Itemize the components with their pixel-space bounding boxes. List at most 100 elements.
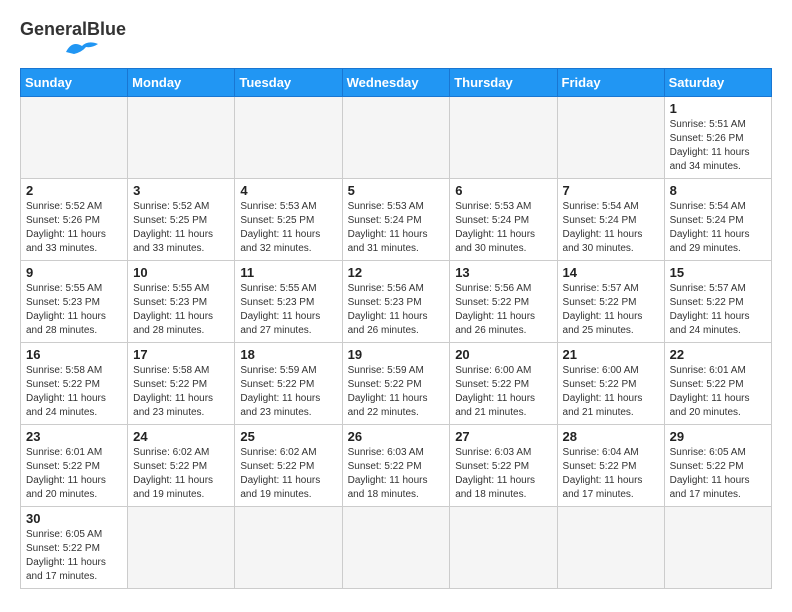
calendar-cell: 20 Sunrise: 6:00 AM Sunset: 5:22 PM Dayli…	[450, 342, 557, 424]
day-number: 12	[348, 265, 445, 280]
day-info: Sunrise: 5:51 AM Sunset: 5:26 PM Dayligh…	[670, 118, 766, 174]
day-number: 29	[670, 429, 766, 444]
calendar-cell	[128, 506, 235, 588]
day-number: 28	[563, 429, 659, 444]
calendar-cell	[450, 96, 557, 178]
day-info: Sunrise: 6:01 AM Sunset: 5:22 PM Dayligh…	[670, 364, 766, 420]
day-number: 24	[133, 429, 229, 444]
day-info: Sunrise: 6:04 AM Sunset: 5:22 PM Dayligh…	[563, 446, 659, 502]
day-info: Sunrise: 5:55 AM Sunset: 5:23 PM Dayligh…	[133, 282, 229, 338]
day-info: Sunrise: 6:00 AM Sunset: 5:22 PM Dayligh…	[563, 364, 659, 420]
calendar: SundayMondayTuesdayWednesdayThursdayFrid…	[20, 68, 772, 589]
day-info: Sunrise: 6:05 AM Sunset: 5:22 PM Dayligh…	[670, 446, 766, 502]
day-info: Sunrise: 5:55 AM Sunset: 5:23 PM Dayligh…	[240, 282, 336, 338]
day-number: 17	[133, 347, 229, 362]
day-number: 6	[455, 183, 551, 198]
day-number: 4	[240, 183, 336, 198]
day-info: Sunrise: 5:57 AM Sunset: 5:22 PM Dayligh…	[670, 282, 766, 338]
calendar-cell: 11 Sunrise: 5:55 AM Sunset: 5:23 PM Dayli…	[235, 260, 342, 342]
calendar-cell: 15Sunrise: 5:57 AM Sunset: 5:22 PM Dayli…	[664, 260, 771, 342]
calendar-cell: 3Sunrise: 5:52 AM Sunset: 5:25 PM Daylig…	[128, 178, 235, 260]
day-number: 5	[348, 183, 445, 198]
calendar-cell	[664, 506, 771, 588]
calendar-week-row: 30 Sunrise: 6:05 AM Sunset: 5:22 PM Dayli…	[21, 506, 772, 588]
day-info: Sunrise: 6:02 AM Sunset: 5:22 PM Dayligh…	[133, 446, 229, 502]
calendar-cell	[450, 506, 557, 588]
day-number: 10	[133, 265, 229, 280]
day-info: Sunrise: 5:56 AM Sunset: 5:22 PM Dayligh…	[455, 282, 551, 338]
day-info: Sunrise: 5:52 AM Sunset: 5:26 PM Dayligh…	[26, 200, 122, 256]
weekday-header-monday: Monday	[128, 68, 235, 96]
day-number: 13	[455, 265, 551, 280]
day-number: 2	[26, 183, 122, 198]
day-info: Sunrise: 5:55 AM Sunset: 5:23 PM Dayligh…	[26, 282, 122, 338]
calendar-cell	[342, 506, 450, 588]
day-number: 23	[26, 429, 122, 444]
calendar-cell: 4 Sunrise: 5:53 AM Sunset: 5:25 PM Daylig…	[235, 178, 342, 260]
day-number: 1	[670, 101, 766, 116]
logo-bird-icon	[64, 38, 100, 58]
calendar-cell: 23 Sunrise: 6:01 AM Sunset: 5:22 PM Dayli…	[21, 424, 128, 506]
day-info: Sunrise: 5:54 AM Sunset: 5:24 PM Dayligh…	[563, 200, 659, 256]
calendar-cell: 1 Sunrise: 5:51 AM Sunset: 5:26 PM Daylig…	[664, 96, 771, 178]
day-info: Sunrise: 5:53 AM Sunset: 5:24 PM Dayligh…	[455, 200, 551, 256]
calendar-cell: 2 Sunrise: 5:52 AM Sunset: 5:26 PM Daylig…	[21, 178, 128, 260]
calendar-week-row: 2 Sunrise: 5:52 AM Sunset: 5:26 PM Daylig…	[21, 178, 772, 260]
day-number: 9	[26, 265, 122, 280]
calendar-cell	[557, 96, 664, 178]
day-number: 11	[240, 265, 336, 280]
day-number: 21	[563, 347, 659, 362]
weekday-header-row: SundayMondayTuesdayWednesdayThursdayFrid…	[21, 68, 772, 96]
day-info: Sunrise: 5:53 AM Sunset: 5:24 PM Dayligh…	[348, 200, 445, 256]
calendar-cell: 21 Sunrise: 6:00 AM Sunset: 5:22 PM Dayli…	[557, 342, 664, 424]
calendar-cell: 10 Sunrise: 5:55 AM Sunset: 5:23 PM Dayli…	[128, 260, 235, 342]
day-info: Sunrise: 5:54 AM Sunset: 5:24 PM Dayligh…	[670, 200, 766, 256]
day-info: Sunrise: 5:59 AM Sunset: 5:22 PM Dayligh…	[240, 364, 336, 420]
day-info: Sunrise: 5:57 AM Sunset: 5:22 PM Dayligh…	[563, 282, 659, 338]
day-info: Sunrise: 5:58 AM Sunset: 5:22 PM Dayligh…	[133, 364, 229, 420]
weekday-header-sunday: Sunday	[21, 68, 128, 96]
day-number: 16	[26, 347, 122, 362]
calendar-cell: 27Sunrise: 6:03 AM Sunset: 5:22 PM Dayli…	[450, 424, 557, 506]
day-number: 26	[348, 429, 445, 444]
calendar-cell: 28 Sunrise: 6:04 AM Sunset: 5:22 PM Dayli…	[557, 424, 664, 506]
day-info: Sunrise: 6:05 AM Sunset: 5:22 PM Dayligh…	[26, 528, 122, 584]
day-info: Sunrise: 6:00 AM Sunset: 5:22 PM Dayligh…	[455, 364, 551, 420]
calendar-cell: 18Sunrise: 5:59 AM Sunset: 5:22 PM Dayli…	[235, 342, 342, 424]
logo: General Blue	[20, 20, 126, 58]
day-number: 8	[670, 183, 766, 198]
day-info: Sunrise: 6:03 AM Sunset: 5:22 PM Dayligh…	[348, 446, 445, 502]
calendar-cell: 19Sunrise: 5:59 AM Sunset: 5:22 PM Dayli…	[342, 342, 450, 424]
day-number: 7	[563, 183, 659, 198]
calendar-cell: 16 Sunrise: 5:58 AM Sunset: 5:22 PM Dayli…	[21, 342, 128, 424]
weekday-header-wednesday: Wednesday	[342, 68, 450, 96]
weekday-header-tuesday: Tuesday	[235, 68, 342, 96]
calendar-cell: 30 Sunrise: 6:05 AM Sunset: 5:22 PM Dayli…	[21, 506, 128, 588]
calendar-cell: 22 Sunrise: 6:01 AM Sunset: 5:22 PM Dayli…	[664, 342, 771, 424]
day-info: Sunrise: 6:01 AM Sunset: 5:22 PM Dayligh…	[26, 446, 122, 502]
calendar-week-row: 9 Sunrise: 5:55 AM Sunset: 5:23 PM Daylig…	[21, 260, 772, 342]
calendar-cell: 24 Sunrise: 6:02 AM Sunset: 5:22 PM Dayli…	[128, 424, 235, 506]
weekday-header-saturday: Saturday	[664, 68, 771, 96]
calendar-week-row: 23 Sunrise: 6:01 AM Sunset: 5:22 PM Dayli…	[21, 424, 772, 506]
day-number: 20	[455, 347, 551, 362]
day-number: 30	[26, 511, 122, 526]
calendar-cell	[235, 96, 342, 178]
calendar-cell	[235, 506, 342, 588]
day-number: 14	[563, 265, 659, 280]
day-info: Sunrise: 5:52 AM Sunset: 5:25 PM Dayligh…	[133, 200, 229, 256]
calendar-cell: 6 Sunrise: 5:53 AM Sunset: 5:24 PM Daylig…	[450, 178, 557, 260]
weekday-header-thursday: Thursday	[450, 68, 557, 96]
calendar-cell	[342, 96, 450, 178]
calendar-cell: 12Sunrise: 5:56 AM Sunset: 5:23 PM Dayli…	[342, 260, 450, 342]
day-info: Sunrise: 6:03 AM Sunset: 5:22 PM Dayligh…	[455, 446, 551, 502]
calendar-cell: 25Sunrise: 6:02 AM Sunset: 5:22 PM Dayli…	[235, 424, 342, 506]
calendar-cell: 13 Sunrise: 5:56 AM Sunset: 5:22 PM Dayli…	[450, 260, 557, 342]
calendar-cell: 29 Sunrise: 6:05 AM Sunset: 5:22 PM Dayli…	[664, 424, 771, 506]
day-number: 22	[670, 347, 766, 362]
day-info: Sunrise: 5:53 AM Sunset: 5:25 PM Dayligh…	[240, 200, 336, 256]
calendar-cell	[21, 96, 128, 178]
header: General Blue	[20, 16, 772, 58]
day-info: Sunrise: 5:59 AM Sunset: 5:22 PM Dayligh…	[348, 364, 445, 420]
day-info: Sunrise: 5:58 AM Sunset: 5:22 PM Dayligh…	[26, 364, 122, 420]
